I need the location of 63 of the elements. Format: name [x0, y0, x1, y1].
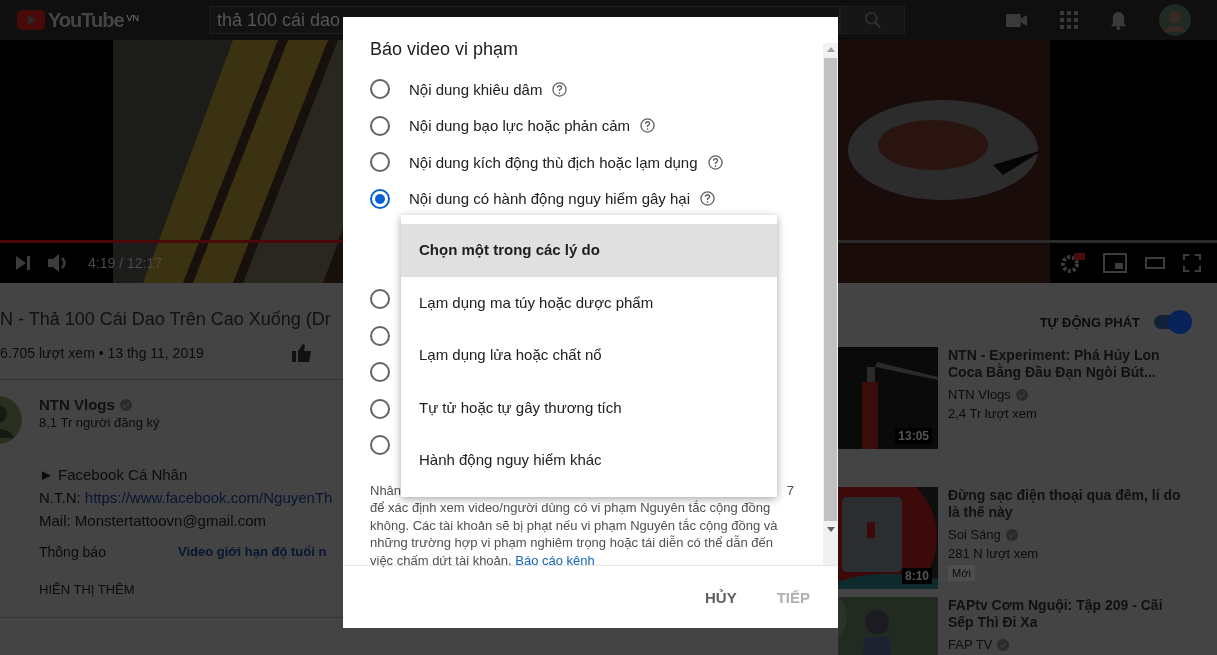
- subscriber-count: 8,1 Tr người đăng ký: [39, 415, 160, 430]
- help-icon[interactable]: [640, 118, 655, 134]
- category-label: Thông báo: [39, 544, 107, 560]
- radio-button[interactable]: [370, 435, 390, 456]
- option-label[interactable]: Nội dung bạo lực hoặc phản cảm: [409, 117, 630, 135]
- notice-text: để xác định xem video/người dùng có vi phạm Nguyên tắc cộng đồng không. Các tài khoản sẽ bị phạt nếu vi phạm Nguyên tắc cộng đồng và những trường hợp vi phạm nghiêm trọng hoặc tái diễn có thể dẫn đến việc chấm dứt tài khoản. Báo cáo kênh: [370, 499, 779, 569]
- scrollbar-thumb[interactable]: [824, 58, 837, 521]
- radio-button[interactable]: [370, 152, 390, 173]
- channel-name: Soi Sáng: [948, 526, 1001, 544]
- play-logo-icon: [17, 10, 45, 30]
- search-icon: [863, 11, 882, 29]
- thumbs-up-icon[interactable]: [291, 343, 312, 363]
- radio-button[interactable]: [370, 362, 390, 383]
- view-count: 6.705 lượt xem • 13 thg 11, 2019: [0, 345, 204, 361]
- scroll-down-icon[interactable]: [826, 527, 835, 532]
- bell-icon[interactable]: [1110, 10, 1127, 30]
- view-count: 281 N lượt xem: [948, 545, 1040, 563]
- report-channel-link[interactable]: Báo cáo kênh: [515, 552, 595, 568]
- video-camera-icon[interactable]: [1006, 12, 1028, 28]
- radio-button[interactable]: [370, 325, 390, 346]
- region-label: VN: [126, 12, 140, 23]
- help-icon[interactable]: [700, 191, 716, 207]
- new-badge: Mới: [948, 565, 975, 581]
- next-icon[interactable]: [16, 256, 30, 270]
- time-display: 4:19 / 12:17: [88, 255, 162, 271]
- help-icon[interactable]: [707, 154, 723, 170]
- description-text: ► Facebook Cá Nhân: [39, 466, 188, 483]
- channel-name: NTN Vlogs: [948, 386, 1011, 404]
- settings-icon[interactable]: [1061, 253, 1085, 273]
- miniplayer-icon[interactable]: [1103, 253, 1127, 273]
- fullscreen-icon[interactable]: [1183, 254, 1201, 272]
- menu-item[interactable]: Chọn một trong các lý do: [401, 224, 777, 277]
- duration-badge: 8:10: [901, 568, 932, 584]
- autoplay-toggle[interactable]: [1152, 310, 1192, 334]
- scroll-up-icon[interactable]: [826, 47, 835, 52]
- description-text: Mail: Monstertattoovn@gmail.com: [39, 512, 266, 529]
- dialog-title: Báo video vi phạm: [370, 39, 520, 60]
- menu-item[interactable]: Lạm dụng ma túy hoặc dược phẩm: [401, 276, 777, 329]
- scrollbar[interactable]: [823, 43, 838, 565]
- option-label[interactable]: Nội dung có hành động nguy hiểm gây hại: [409, 190, 691, 208]
- option-label[interactable]: Nội dung khiêu dâm: [409, 80, 543, 98]
- menu-item[interactable]: Lạm dụng lửa hoặc chất nổ: [401, 329, 777, 382]
- duration-badge: 13:05: [895, 428, 932, 444]
- view-count: 2,4 Tr lượt xem: [948, 405, 1038, 423]
- apps-grid-icon[interactable]: [1060, 11, 1078, 29]
- notice-text: Nhân: [370, 481, 402, 499]
- channel-name: FAP TV: [948, 636, 993, 654]
- radio-button[interactable]: [370, 188, 390, 209]
- radio-button[interactable]: [370, 79, 390, 100]
- option-label[interactable]: Nội dung kích động thù địch hoặc lạm dụng: [409, 153, 698, 171]
- notice-text: 7: [786, 481, 794, 499]
- search-button[interactable]: [840, 6, 905, 34]
- radio-button[interactable]: [370, 398, 390, 419]
- radio-button[interactable]: [370, 115, 390, 136]
- menu-item[interactable]: Tự tử hoặc tự gây thương tích: [401, 381, 777, 434]
- autoplay-label: TỰ ĐỘNG PHÁT: [1039, 314, 1140, 330]
- menu-item[interactable]: Hành động nguy hiểm khác: [401, 434, 777, 487]
- radio-button[interactable]: [370, 289, 390, 310]
- avatar-icon[interactable]: [1159, 4, 1191, 36]
- description-text: N.T.N:: [39, 489, 82, 506]
- dialog-button[interactable]: HỦY: [697, 580, 745, 614]
- help-icon[interactable]: [552, 81, 568, 97]
- theater-mode-icon[interactable]: [1145, 257, 1165, 269]
